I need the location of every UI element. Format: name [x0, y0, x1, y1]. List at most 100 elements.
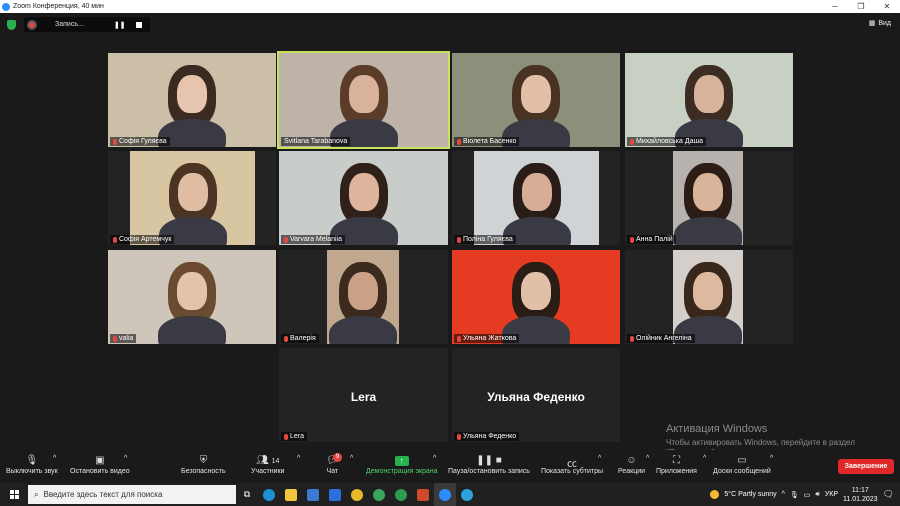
- participant-tile[interactable]: Михайловська Даша: [625, 53, 793, 147]
- captions-label: Показать субтитры: [541, 468, 604, 475]
- chrome-icon[interactable]: [346, 483, 368, 506]
- participants-button[interactable]: 👥︎ 14 Участники: [251, 455, 284, 475]
- telegram-icon[interactable]: [456, 483, 478, 506]
- participant-tile[interactable]: Валерія: [279, 250, 448, 344]
- network-icon[interactable]: ▭: [804, 491, 811, 499]
- share-caret-icon[interactable]: ^: [433, 455, 436, 462]
- share-screen-button[interactable]: ↑ Демонстрация экрана: [366, 455, 438, 475]
- participant-name-tag: Софія Гуляєва: [110, 137, 170, 146]
- minimize-icon[interactable]: ─: [822, 2, 848, 11]
- whiteboards-caret-icon[interactable]: ^: [770, 455, 773, 462]
- reactions-caret-icon[interactable]: ^: [646, 455, 649, 462]
- cc-icon: ㏄: [567, 459, 578, 470]
- muted-mic-icon: [630, 138, 634, 145]
- recording-label: Запись...: [55, 21, 84, 28]
- participant-video: [452, 53, 620, 147]
- apps-caret-icon[interactable]: ^: [703, 455, 706, 462]
- powerpoint-icon[interactable]: [412, 483, 434, 506]
- weather-text[interactable]: 5°C Partly sunny: [724, 491, 776, 498]
- microphone-icon: 🎙︎: [25, 455, 39, 466]
- security-shield-icon: ⛨: [199, 455, 208, 466]
- whiteboard-icon: ▭: [737, 455, 747, 466]
- task-view-icon[interactable]: ⧉: [236, 483, 258, 506]
- participant-tile[interactable]: Віолета Басенко: [452, 53, 620, 147]
- zoom-logo-icon: [2, 2, 10, 11]
- participant-face: [177, 75, 207, 113]
- reactions-label: Реакции: [618, 468, 646, 475]
- notifications-icon[interactable]: 🗨︎: [883, 489, 894, 500]
- participant-name-tag: Ульяна Жаткова: [454, 334, 520, 343]
- end-meeting-button[interactable]: Завершение: [838, 459, 894, 474]
- captions-button[interactable]: ㏄ Показать субтитры: [541, 455, 603, 475]
- participant-tile[interactable]: Софія Гуляєва: [108, 53, 276, 147]
- video-label: Остановить видео: [70, 468, 130, 475]
- participant-tile[interactable]: Varvara Melaniia: [279, 151, 448, 245]
- maximize-icon[interactable]: ❐: [848, 2, 874, 11]
- participant-name-tag: Svitlana Tarabanova: [281, 137, 351, 146]
- mute-button[interactable]: 🎙︎ Выключить звук: [6, 455, 58, 475]
- participant-tile[interactable]: Lera Lera: [279, 348, 448, 442]
- participant-face: [694, 75, 724, 113]
- clock[interactable]: 11:17 11.01.2023: [843, 486, 878, 504]
- participant-tile[interactable]: Ульяна Феденко Ульяна Феденко: [452, 348, 620, 442]
- window-title: Zoom Конференция, 40 мин: [13, 3, 104, 10]
- pause-recording-icon[interactable]: ❚❚: [114, 21, 126, 29]
- participant-face: [693, 173, 723, 211]
- participant-name-tag: Михайловська Даша: [627, 137, 707, 146]
- audio-options-caret-icon[interactable]: ^: [53, 455, 56, 462]
- meeting-topbar: Запись... ❚❚ ▦ Вид: [0, 13, 900, 35]
- participant-tile[interactable]: Софія Артемчук: [108, 151, 276, 245]
- language-indicator[interactable]: УКР: [825, 491, 838, 498]
- taskbar-search[interactable]: ⌕ Введите здесь текст для поиска: [28, 485, 236, 504]
- chat-button[interactable]: 💬︎ 9 Чат: [326, 453, 342, 475]
- participant-tile[interactable]: Анна Палій: [625, 151, 793, 245]
- mail-icon[interactable]: [324, 483, 346, 506]
- participant-tile[interactable]: Поліна Гуляєва: [452, 151, 620, 245]
- participant-name: Varvara Melaniia: [290, 236, 343, 243]
- stop-video-button[interactable]: ▣ Остановить видео: [70, 455, 130, 475]
- file-explorer-icon[interactable]: [280, 483, 302, 506]
- apps-button[interactable]: ⛶ Приложения: [656, 455, 697, 475]
- video-options-caret-icon[interactable]: ^: [124, 455, 127, 462]
- share-screen-icon: ↑: [394, 456, 409, 466]
- start-button[interactable]: [0, 483, 28, 506]
- stop-recording-icon[interactable]: [135, 21, 142, 28]
- whiteboards-button[interactable]: ▭ Доски сообщений: [713, 455, 771, 475]
- clock-date: 11.01.2023: [843, 495, 878, 503]
- speaker-icon[interactable]: 🔊︎: [815, 491, 819, 499]
- reactions-button[interactable]: ☺ Реакции: [618, 455, 645, 475]
- participant-video: [474, 151, 599, 245]
- participant-name-tag: Ульяна Феденко: [454, 432, 520, 441]
- muted-mic-icon: [284, 335, 288, 342]
- participant-face: [177, 173, 208, 211]
- muted-mic-icon: [457, 236, 461, 243]
- tray-expand-icon[interactable]: ^: [782, 491, 785, 498]
- store-icon[interactable]: [302, 483, 324, 506]
- security-button[interactable]: ⛨ Безопасность: [181, 455, 226, 475]
- captions-caret-icon[interactable]: ^: [598, 455, 601, 462]
- participants-caret-icon[interactable]: ^: [297, 455, 300, 462]
- weather-icon: [710, 490, 720, 499]
- zoom-taskbar-icon[interactable]: [434, 483, 456, 506]
- participant-video: [673, 151, 743, 245]
- edge-icon[interactable]: [258, 483, 280, 506]
- chat-caret-icon[interactable]: ^: [350, 455, 353, 462]
- tray-mic-icon[interactable]: 🎙︎: [790, 491, 799, 499]
- participant-tile[interactable]: Svitlana Tarabanova: [277, 51, 450, 149]
- muted-mic-icon: [113, 138, 117, 145]
- windows-taskbar: ⌕ Введите здесь текст для поиска ⧉ 5°C P…: [0, 483, 900, 506]
- participant-name: Валерія: [290, 335, 316, 342]
- chrome-profile-icon[interactable]: [390, 483, 412, 506]
- view-button[interactable]: ▦ Вид: [869, 19, 891, 28]
- close-icon[interactable]: ✕: [874, 2, 900, 11]
- chrome-green-icon[interactable]: [368, 483, 390, 506]
- pause-stop-recording-button[interactable]: ❚❚ ■ Пауза/остановить запись: [448, 455, 530, 475]
- participant-tile[interactable]: valia: [108, 250, 276, 344]
- security-label: Безопасность: [181, 468, 226, 475]
- participant-name-tag: Віолета Басенко: [454, 137, 520, 146]
- participant-name-tag: Поліна Гуляєва: [454, 235, 516, 244]
- windows-logo-icon: [9, 490, 19, 499]
- participant-tile[interactable]: Ульяна Жаткова: [452, 250, 620, 344]
- encryption-shield-icon[interactable]: [7, 20, 16, 30]
- participant-tile[interactable]: Олійник Ангеліна: [625, 250, 793, 344]
